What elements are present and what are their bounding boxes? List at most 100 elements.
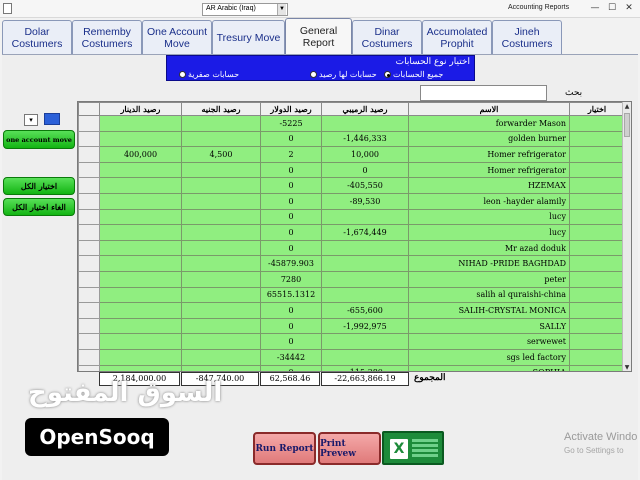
radio-all-accounts[interactable]: جميع الحسابات	[384, 69, 443, 80]
print-preview-button[interactable]: Print Prevew	[318, 432, 381, 465]
header-alrumaybi[interactable]: رصيد الرميبي	[321, 102, 409, 116]
row-selector[interactable]	[78, 239, 100, 257]
deselect-all-button[interactable]: الغاء اختيار الكل	[3, 198, 75, 216]
row-selector[interactable]	[78, 161, 100, 179]
table-row[interactable]: 0 -1,446,333 golden burner	[78, 130, 625, 148]
cell-name[interactable]: salih al quraishi-china	[408, 286, 570, 304]
table-row[interactable]: -45879.903 NIHAD -PRIDE BAGHDAD	[78, 255, 625, 272]
cell-name[interactable]: Homer refrigerator	[408, 161, 570, 179]
cell-name[interactable]: SALIH-CRYSTAL MONICA	[408, 302, 570, 319]
row-select-checkbox[interactable]	[569, 333, 625, 350]
row-select-checkbox[interactable]	[569, 161, 625, 179]
header-select[interactable]: اختيار	[569, 102, 625, 116]
cell-dinar[interactable]: 400,000	[99, 146, 182, 163]
cell-name[interactable]: leon -hayder alamily	[408, 192, 570, 210]
cell-alrumaybi[interactable]: -89,530	[321, 192, 409, 210]
cell-name[interactable]: NIHAD -PRIDE BAGHDAD	[408, 255, 570, 272]
row-selector[interactable]	[78, 255, 100, 272]
cell-alrumaybi[interactable]	[321, 208, 409, 226]
maximize-button[interactable]: ☐	[605, 2, 619, 15]
tab-tresury-move[interactable]: Tresury Move	[212, 20, 285, 54]
cell-dinar[interactable]	[99, 192, 182, 210]
radio-zero-accounts[interactable]: حسابات صفرية	[179, 69, 239, 80]
row-select-checkbox[interactable]	[569, 317, 625, 335]
row-selector[interactable]	[78, 224, 100, 241]
cell-dollar[interactable]: 0	[260, 239, 322, 257]
cell-dollar[interactable]: 0	[260, 317, 322, 335]
table-row[interactable]: 65515.1312 salih al quraishi-china	[78, 286, 625, 304]
cell-pound[interactable]	[181, 270, 261, 288]
row-select-checkbox[interactable]	[569, 146, 625, 163]
row-selector[interactable]	[78, 130, 100, 148]
cell-alrumaybi[interactable]	[321, 270, 409, 288]
cell-dinar[interactable]	[99, 177, 182, 194]
row-select-checkbox[interactable]	[569, 239, 625, 257]
cell-dinar[interactable]	[99, 302, 182, 319]
cell-dinar[interactable]	[99, 161, 182, 179]
tab-dinar-costumers[interactable]: Dinar Costumers	[352, 20, 422, 54]
cell-alrumaybi[interactable]	[321, 286, 409, 304]
table-row[interactable]: 0-115,380SOPHIA	[78, 364, 625, 371]
cell-dollar[interactable]: 0	[260, 161, 322, 179]
cell-pound[interactable]	[181, 255, 261, 272]
cell-dollar[interactable]: 0	[260, 192, 322, 210]
table-row[interactable]: 0 serwewet	[78, 333, 625, 350]
cell-pound[interactable]: 4,500	[181, 146, 261, 163]
row-select-checkbox[interactable]	[569, 302, 625, 319]
minimize-button[interactable]: —	[588, 2, 602, 15]
run-report-button[interactable]: Run Report	[253, 432, 316, 465]
cell-pound[interactable]	[181, 224, 261, 241]
cell-name[interactable]: Homer refrigerator	[408, 146, 570, 163]
close-button[interactable]: ✕	[622, 2, 636, 15]
cell-pound[interactable]	[181, 115, 261, 132]
table-row[interactable]: 0 -1,992,975 SALLY	[78, 317, 625, 335]
table-row[interactable]: 400,000 4,500 2 10,000 Homer refrigerator	[78, 146, 625, 163]
cell-dinar[interactable]	[99, 208, 182, 226]
header-dinar[interactable]: رصيد الدينار	[99, 102, 182, 116]
language-selector[interactable]: AR Arabic (Iraq) ▼	[202, 3, 288, 16]
tab-dolar-costumers[interactable]: Dolar Costumers	[2, 20, 72, 54]
cell-alrumaybi[interactable]: -1,992,975	[321, 317, 409, 335]
row-select-checkbox[interactable]	[569, 224, 625, 241]
cell-pound[interactable]	[181, 177, 261, 194]
cell-alrumaybi[interactable]	[321, 239, 409, 257]
cell-dollar[interactable]: 65515.1312	[260, 286, 322, 304]
selector-value[interactable]	[44, 113, 60, 125]
table-row[interactable]: -5225 forwarder Mason	[78, 115, 625, 132]
header-dollar[interactable]: رصيد الدولار	[260, 102, 322, 116]
row-selector[interactable]	[78, 317, 100, 335]
cell-name[interactable]: sgs led factory	[408, 348, 570, 366]
grid-scrollbar[interactable]: ▲ ▼	[622, 102, 631, 371]
table-row[interactable]: 0 0 Homer refrigerator	[78, 161, 625, 179]
cell-dinar[interactable]	[99, 317, 182, 335]
row-selector[interactable]	[78, 115, 100, 132]
cell-alrumaybi[interactable]: 0	[321, 161, 409, 179]
table-row[interactable]: 0 -655,600 SALIH-CRYSTAL MONICA	[78, 302, 625, 319]
row-select-checkbox[interactable]	[569, 208, 625, 226]
cell-dollar[interactable]: 0	[260, 130, 322, 148]
cell-pound[interactable]	[181, 364, 261, 371]
cell-name[interactable]: SALLY	[408, 317, 570, 335]
scroll-down-icon[interactable]: ▼	[623, 363, 631, 371]
cell-alrumaybi[interactable]: -405,550	[321, 177, 409, 194]
row-selector[interactable]	[78, 302, 100, 319]
cell-dinar[interactable]	[99, 255, 182, 272]
row-select-checkbox[interactable]	[569, 348, 625, 366]
row-selector[interactable]	[78, 348, 100, 366]
export-excel-button[interactable]: X	[382, 431, 444, 465]
cell-dollar[interactable]: -5225	[260, 115, 322, 132]
search-input[interactable]	[420, 85, 547, 101]
row-selector[interactable]	[78, 364, 100, 371]
row-select-checkbox[interactable]	[569, 192, 625, 210]
row-select-checkbox[interactable]	[569, 130, 625, 148]
cell-alrumaybi[interactable]: 10,000	[321, 146, 409, 163]
tab-one-account-move[interactable]: One Account Move	[142, 20, 212, 54]
cell-dollar[interactable]: 7280	[260, 270, 322, 288]
cell-name[interactable]: Mr azad doduk	[408, 239, 570, 257]
cell-name[interactable]: golden burner	[408, 130, 570, 148]
accounts-grid[interactable]: رصيد الدينار رصيد الجنيه رصيد الدولار رص…	[77, 101, 632, 372]
row-selector[interactable]	[78, 192, 100, 210]
row-selector[interactable]	[78, 208, 100, 226]
row-select-checkbox[interactable]	[569, 115, 625, 132]
selector-dropdown[interactable]: ▾	[24, 114, 38, 126]
